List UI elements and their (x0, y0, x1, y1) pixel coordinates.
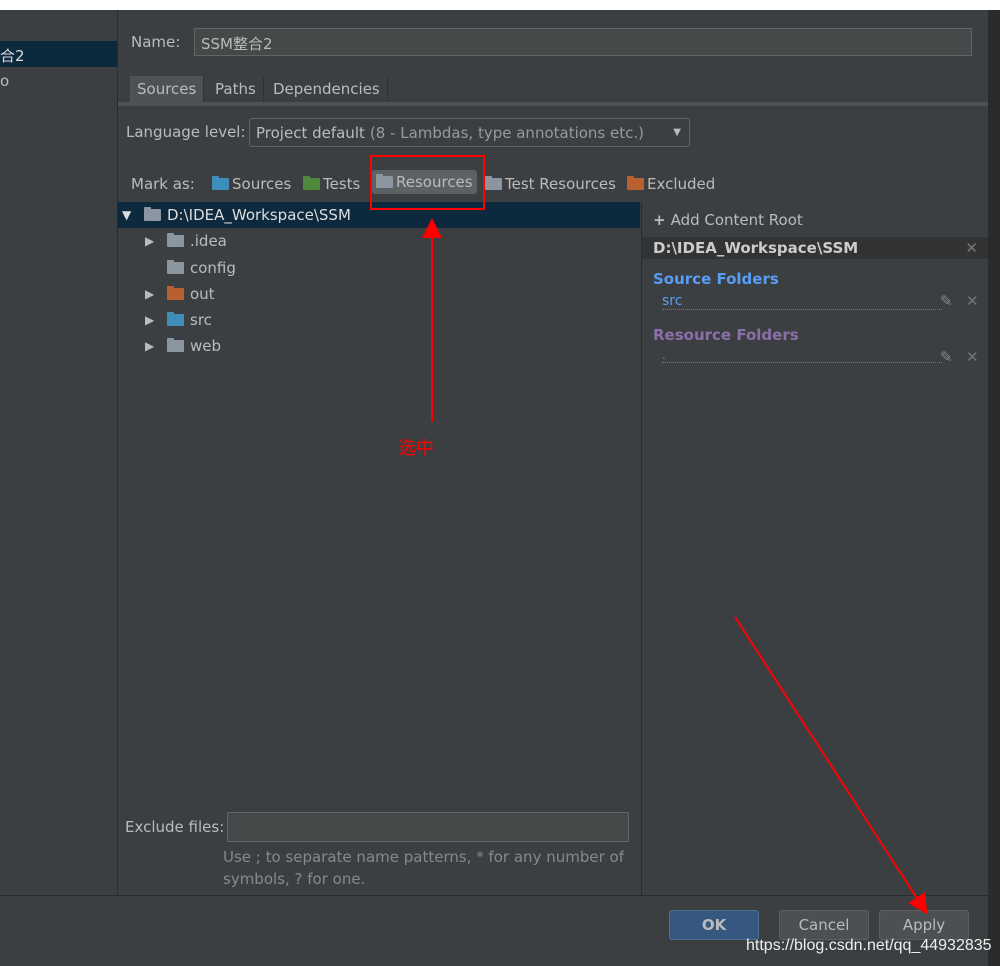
annotation-arrow-apply (734, 616, 928, 915)
annotation-arrows (422, 218, 928, 915)
